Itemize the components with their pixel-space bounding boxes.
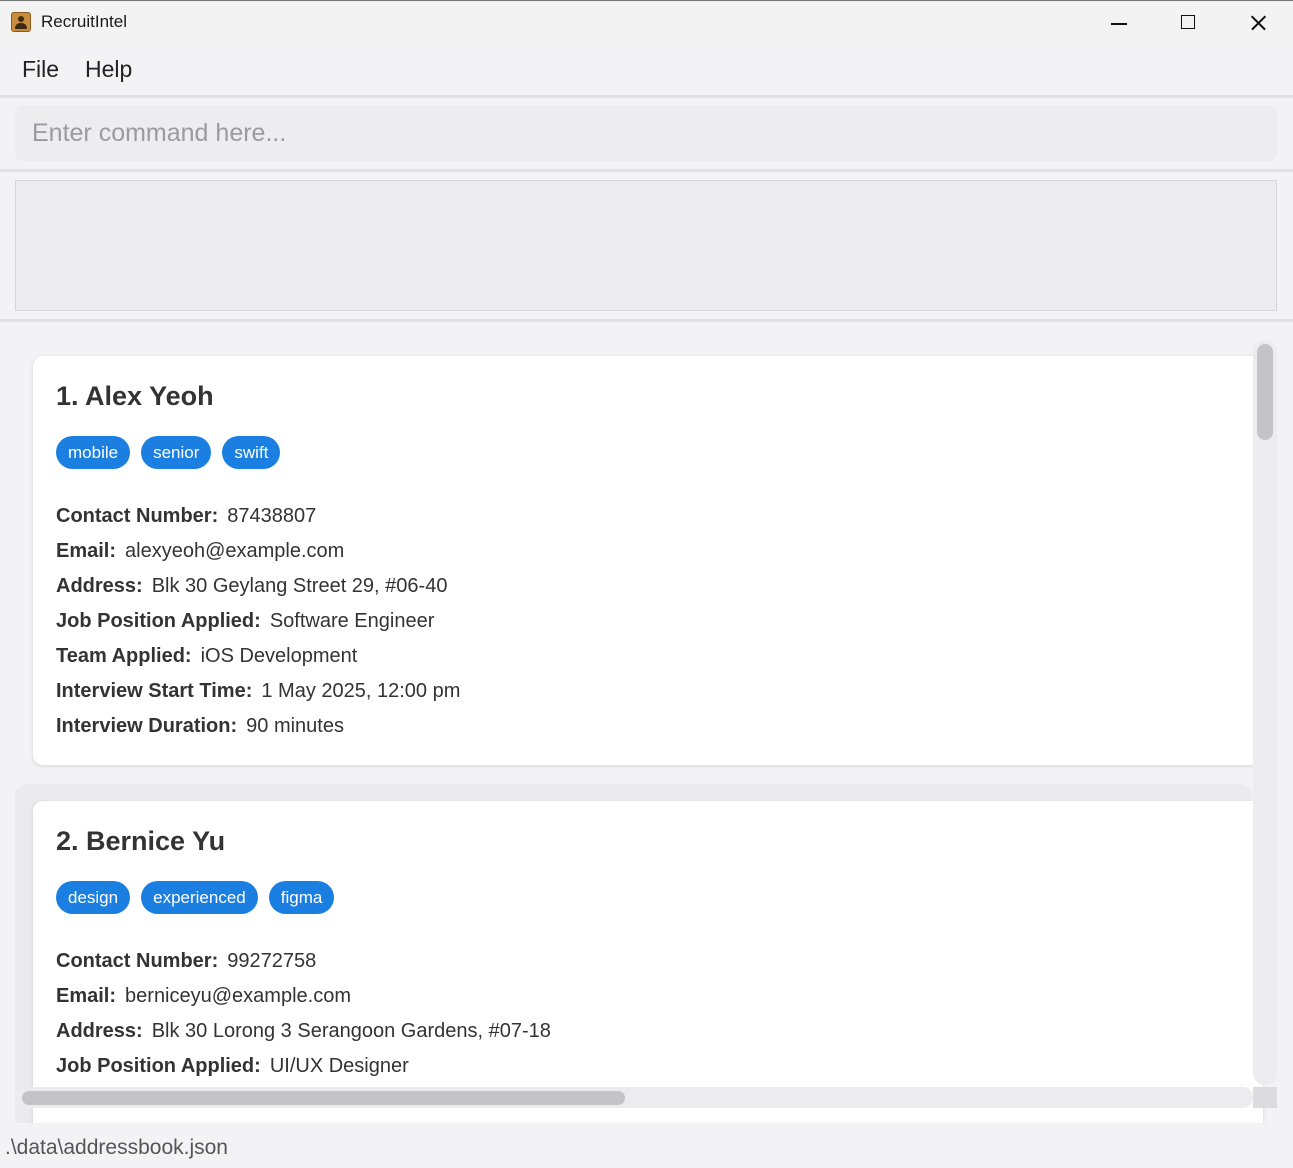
command-input[interactable] <box>15 105 1277 161</box>
person-card[interactable]: 2. Bernice Yu design experienced figma C… <box>33 801 1263 1123</box>
field-label: Address: <box>56 1020 143 1042</box>
field-value: UI/UX Designer <box>269 1055 409 1077</box>
field-value: 1 May 2025, 12:00 pm <box>261 680 461 702</box>
close-icon[interactable] <box>1223 1 1293 45</box>
address-field: Address: Blk 30 Geylang Street 29, #06-40 <box>56 575 460 610</box>
address-book-icon <box>11 12 31 32</box>
menu-divider <box>0 95 1293 98</box>
horizontal-scrollbar-thumb[interactable] <box>22 1091 625 1105</box>
window-title: RecruitIntel <box>41 12 127 31</box>
contact-number-field: Contact Number: 99272758 <box>56 950 551 985</box>
person-details: Contact Number: 87438807 Email: alexyeoh@e… <box>56 505 460 750</box>
field-label: Email: <box>56 540 117 562</box>
result-display <box>15 180 1277 311</box>
field-label: Job Position Applied: <box>56 1055 261 1077</box>
job-position-field: Job Position Applied: UI/UX Designer <box>56 1055 551 1090</box>
scrollbar-corner <box>1253 1087 1277 1108</box>
field-label: Contact Number: <box>56 950 219 972</box>
person-name: 1. Alex Yeoh <box>56 381 214 411</box>
field-label: Contact Number: <box>56 505 219 527</box>
field-value: iOS Development <box>200 645 358 667</box>
status-bar: .\data\addressbook.json <box>0 1124 1293 1168</box>
command-divider <box>0 169 1293 172</box>
field-value: 90 minutes <box>246 715 344 737</box>
person-details: Contact Number: 99272758 Email: berniceyu@… <box>56 950 551 1090</box>
field-value: Blk 30 Lorong 3 Serangoon Gardens, #07-1… <box>151 1020 551 1042</box>
field-value: 87438807 <box>227 505 317 527</box>
field-value: 99272758 <box>227 950 317 972</box>
tag: senior <box>141 436 212 469</box>
vertical-scrollbar[interactable] <box>1253 340 1277 1085</box>
field-label: Email: <box>56 985 117 1007</box>
vertical-scrollbar-thumb[interactable] <box>1257 344 1273 440</box>
contact-number-field: Contact Number: 87438807 <box>56 505 460 540</box>
field-label: Team Applied: <box>56 645 192 667</box>
menu-file[interactable]: File <box>22 56 59 83</box>
team-field: Team Applied: iOS Development <box>56 645 460 680</box>
minimize-icon[interactable] <box>1084 1 1154 45</box>
person-card[interactable]: 1. Alex Yeoh mobile senior swift Contact… <box>33 356 1263 765</box>
person-list: 1. Alex Yeoh mobile senior swift Contact… <box>0 323 1293 1123</box>
address-field: Address: Blk 30 Lorong 3 Serangoon Garden… <box>56 1020 551 1055</box>
field-value: berniceyu@example.com <box>125 985 351 1007</box>
field-value: alexyeoh@example.com <box>125 540 345 562</box>
tag: design <box>56 881 131 914</box>
save-location: .\data\addressbook.json <box>5 1136 228 1159</box>
email-field: Email: alexyeoh@example.com <box>56 540 460 575</box>
field-label: Interview Duration: <box>56 715 238 737</box>
field-value: Blk 30 Geylang Street 29, #06-40 <box>151 575 448 597</box>
menu-bar: File Help <box>0 44 1293 96</box>
tag-list: mobile senior swift <box>56 436 281 469</box>
job-position-field: Job Position Applied: Software Engineer <box>56 610 460 645</box>
interview-start-field: Interview Start Time: 1 May 2025, 12:00 p… <box>56 680 460 715</box>
tag: experienced <box>141 881 258 914</box>
result-divider <box>0 319 1293 322</box>
tag-list: design experienced figma <box>56 881 335 914</box>
person-name: 2. Bernice Yu <box>56 826 226 856</box>
menu-help[interactable]: Help <box>85 56 132 83</box>
title-bar: RecruitIntel <box>0 0 1293 44</box>
field-value: Software Engineer <box>269 610 435 632</box>
maximize-icon[interactable] <box>1153 1 1223 45</box>
tag: mobile <box>56 436 131 469</box>
tag: figma <box>268 881 335 914</box>
interview-duration-field: Interview Duration: 90 minutes <box>56 715 460 750</box>
field-label: Interview Start Time: <box>56 680 253 702</box>
email-field: Email: berniceyu@example.com <box>56 985 551 1020</box>
field-label: Job Position Applied: <box>56 610 261 632</box>
field-label: Address: <box>56 575 143 597</box>
tag: swift <box>222 436 281 469</box>
